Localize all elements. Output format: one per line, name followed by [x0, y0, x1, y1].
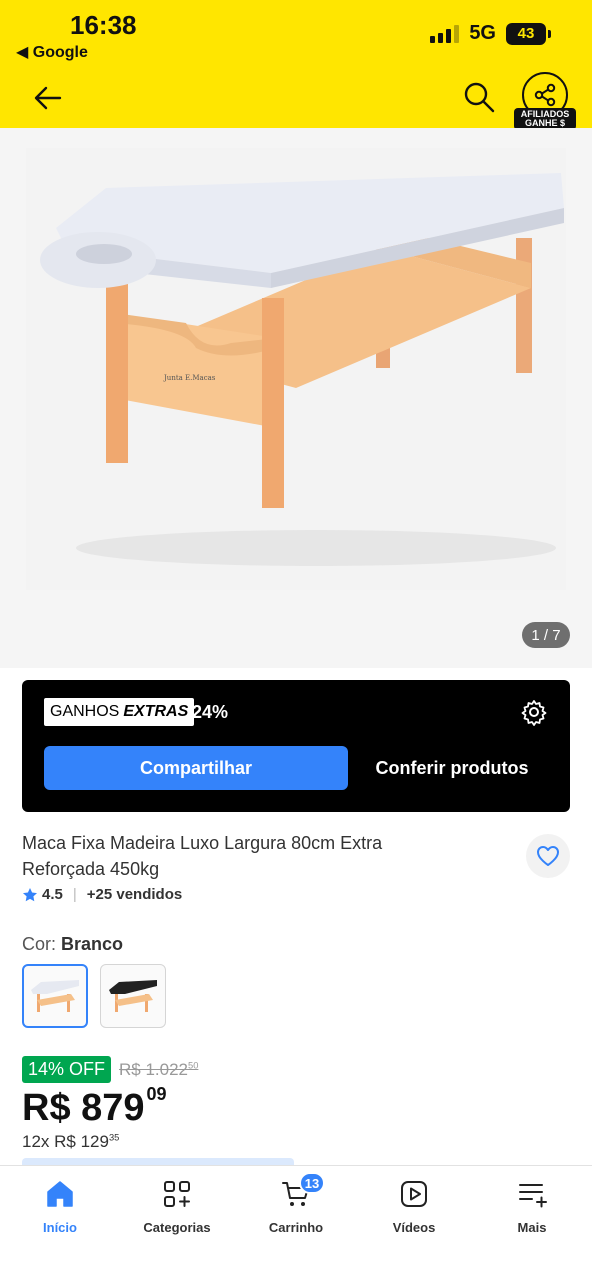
star-icon — [23, 887, 37, 901]
color-value: Branco — [61, 934, 124, 954]
product-image: Junta E.Macas — [26, 148, 566, 590]
top-header: 16:38 ◀ Google 5G 43 AFILIADOS GANHE $ — [0, 0, 592, 130]
current-price: R$ 879 09 — [22, 1084, 167, 1130]
categories-icon — [164, 1181, 190, 1207]
brand-logo-text: Junta E.Macas — [163, 374, 216, 382]
earnings-percent: 24% — [192, 702, 229, 722]
sold-count: +25 vendidos — [86, 886, 183, 903]
extra-earnings-badge: GANHOS EXTRAS — [44, 698, 195, 726]
badge-word1: GANHOS — [50, 703, 120, 720]
discount-badge: 14% OFF — [22, 1056, 112, 1083]
tab-label: Carrinho — [268, 1220, 324, 1235]
color-label-prefix: Cor: — [22, 934, 62, 954]
battery-icon: 43 — [506, 22, 551, 45]
favorite-button[interactable] — [526, 834, 570, 878]
tab-mais[interactable]: Mais — [473, 1178, 591, 1235]
installment-main: 12x R$ 129 — [22, 1132, 109, 1151]
color-swatch-white[interactable] — [22, 964, 88, 1028]
status-time: 16:38 — [70, 10, 137, 40]
tab-inicio[interactable]: Início — [1, 1178, 119, 1235]
cart-count-badge: 13 — [299, 1172, 325, 1194]
gear-icon[interactable] — [520, 698, 548, 726]
color-label: Cor: Branco — [22, 934, 123, 955]
price-cents: 09 — [146, 1084, 167, 1104]
tab-label: Categorias — [143, 1220, 211, 1235]
search-icon[interactable] — [462, 80, 496, 114]
home-icon — [47, 1181, 73, 1207]
badge-word2: EXTRAS — [123, 703, 189, 720]
tab-label: Início — [43, 1220, 77, 1235]
tab-carrinho[interactable]: 13 Carrinho — [237, 1172, 355, 1235]
tab-label: Mais — [517, 1220, 547, 1235]
affiliate-tag: AFILIADOS GANHE $ — [514, 108, 576, 130]
back-to-app-link[interactable]: ◀ Google — [16, 42, 88, 62]
rating-row[interactable]: 4.5 | +25 vendidos — [22, 886, 182, 903]
old-price-cents: 50 — [188, 1060, 199, 1071]
check-products-button[interactable]: Conferir produtos — [362, 746, 542, 790]
tab-label: Vídeos — [392, 1220, 436, 1235]
product-title: Maca Fixa Madeira Luxo Largura 80cm Extr… — [22, 833, 383, 879]
bottom-tab-bar: Início Categorias 13 Carrinho Vídeos Mai… — [0, 1165, 592, 1280]
status-indicators: 5G 43 — [430, 22, 551, 45]
price-main: R$ 879 — [22, 1087, 145, 1129]
image-counter: 1 / 7 — [522, 622, 570, 648]
more-icon — [519, 1184, 547, 1208]
old-price: R$ 1.02250 — [119, 1060, 198, 1080]
installment-price: 12x R$ 12935 — [22, 1132, 119, 1152]
affiliate-share-button[interactable]: AFILIADOS GANHE $ — [512, 72, 578, 130]
affiliate-earnings-panel: GANHOS EXTRAS 24% Compartilhar Conferir … — [22, 680, 570, 812]
signal-icon — [430, 24, 460, 43]
back-arrow-icon[interactable] — [30, 80, 66, 116]
affiliate-tag-line2: GANHE $ — [524, 118, 565, 128]
rating-separator: | — [72, 886, 77, 903]
color-swatch-black[interactable] — [100, 964, 166, 1028]
old-price-main: R$ 1.022 — [119, 1060, 188, 1079]
tab-videos[interactable]: Vídeos — [355, 1178, 473, 1235]
rating-value: 4.5 — [42, 886, 63, 903]
tab-categorias[interactable]: Categorias — [118, 1178, 236, 1235]
network-type: 5G — [469, 22, 496, 44]
video-icon — [401, 1181, 427, 1207]
share-button[interactable]: Compartilhar — [44, 746, 348, 790]
product-gallery[interactable]: Junta E.Macas 1 / 7 — [0, 128, 592, 668]
heart-icon — [537, 846, 559, 866]
installment-cents: 35 — [108, 1132, 120, 1143]
